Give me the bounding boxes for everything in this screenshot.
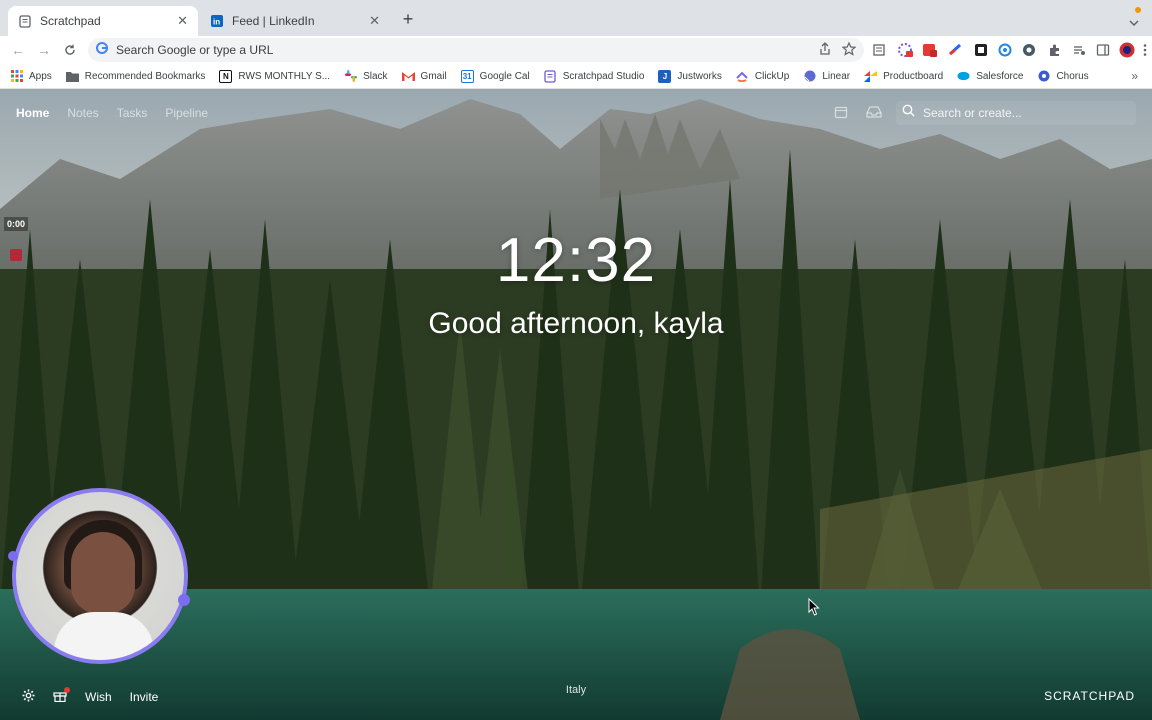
linear-icon <box>803 70 816 83</box>
webcam-resize-handle[interactable] <box>8 551 18 561</box>
menu-kebab-icon[interactable] <box>1136 41 1152 59</box>
search-or-create-input[interactable] <box>923 106 1123 120</box>
tab-search-button[interactable] <box>1126 4 1142 32</box>
bookmark-label: Slack <box>363 70 388 82</box>
extension-scratchpad-icon[interactable] <box>1020 41 1038 59</box>
clock: 12:32 <box>495 226 657 295</box>
more-bookmarks-chevron-icon[interactable]: » <box>1131 69 1138 83</box>
bookmark-label: Chorus <box>1056 70 1089 82</box>
productboard-icon <box>864 70 878 83</box>
nav-notes[interactable]: Notes <box>67 106 98 120</box>
bookmark-chorus[interactable]: Chorus <box>1037 70 1089 83</box>
address-input[interactable] <box>116 43 716 57</box>
webcam-person-shirt <box>54 612 154 660</box>
calendar-icon[interactable] <box>834 105 850 121</box>
webcam-bubble[interactable] <box>12 488 188 664</box>
nav-home[interactable]: Home <box>16 106 49 120</box>
search-or-create-bar[interactable] <box>896 101 1136 125</box>
greeting: Good afternoon, kayla <box>428 307 724 340</box>
extension-red-icon[interactable] <box>920 41 938 59</box>
media-queue-icon[interactable] <box>1070 41 1088 59</box>
svg-text:in: in <box>213 18 220 27</box>
photo-location: Italy <box>565 684 587 696</box>
bookmark-scratchpad-studio[interactable]: Scratchpad Studio <box>544 69 645 83</box>
bookmark-salesforce[interactable]: Salesforce <box>957 70 1023 83</box>
bookmark-label: Linear <box>822 70 851 82</box>
bookmark-google-cal[interactable]: 31 Google Cal <box>460 69 530 83</box>
page-toolbar-icons <box>834 105 882 121</box>
scratchpad-icon <box>544 69 557 83</box>
folder-icon <box>65 70 79 83</box>
bookmark-productboard[interactable]: Productboard <box>864 70 943 83</box>
bookmark-clickup[interactable]: ClickUp <box>736 70 789 83</box>
search-icon <box>902 104 915 122</box>
tab-linkedin[interactable]: in Feed | LinkedIn ✕ <box>200 6 390 36</box>
notion-icon: N <box>219 69 233 83</box>
bookmark-label: Apps <box>29 70 52 82</box>
reload-icon[interactable] <box>60 40 80 60</box>
bookmark-label: ClickUp <box>754 70 790 82</box>
tab-scratchpad[interactable]: Scratchpad ✕ <box>8 6 198 36</box>
linkedin-icon: in <box>210 14 224 28</box>
gmail-icon <box>401 70 415 83</box>
bookmark-gmail[interactable]: Gmail <box>401 70 447 83</box>
inbox-icon[interactable] <box>866 105 882 121</box>
justworks-icon: J <box>658 69 672 83</box>
bookmark-label: Salesforce <box>976 70 1024 82</box>
extension-circle-icon[interactable] <box>996 41 1014 59</box>
bookmark-label: Recommended Bookmarks <box>84 70 206 82</box>
nav-tasks[interactable]: Tasks <box>117 106 148 120</box>
reading-list-icon[interactable] <box>870 41 888 59</box>
salesforce-icon <box>957 70 970 83</box>
bookmark-justworks[interactable]: J Justworks <box>658 69 722 83</box>
webcam-person-face <box>71 532 135 614</box>
browser-toolbar: ← → <box>0 36 1152 64</box>
bookmark-label: Justworks <box>677 70 722 82</box>
bookmark-recommended[interactable]: Recommended Bookmarks <box>65 70 206 83</box>
tab-title: Scratchpad <box>40 14 101 28</box>
close-tab-icon[interactable]: ✕ <box>177 13 188 29</box>
extension-arrow-icon[interactable] <box>946 41 964 59</box>
new-tab-button[interactable]: + <box>398 9 418 29</box>
forward-arrow-icon[interactable]: → <box>34 40 54 60</box>
share-icon[interactable] <box>818 42 832 61</box>
extensions-puzzle-icon[interactable] <box>1046 41 1064 59</box>
bookmark-label: Gmail <box>420 70 447 82</box>
bookmark-apps[interactable]: Apps <box>10 70 52 83</box>
bookmark-slack[interactable]: Slack <box>344 70 388 83</box>
chorus-icon <box>1037 70 1050 83</box>
close-tab-icon[interactable]: ✕ <box>369 13 380 29</box>
bookmark-star-icon[interactable] <box>841 41 857 61</box>
google-g-icon <box>96 41 108 59</box>
address-bar[interactable] <box>88 38 864 62</box>
tab-strip: Scratchpad ✕ in Feed | LinkedIn ✕ + <box>0 0 1152 36</box>
mouse-cursor-icon <box>808 597 820 621</box>
extension-black-icon[interactable] <box>972 41 990 59</box>
bookmark-label: Scratchpad Studio <box>562 70 645 82</box>
side-panel-icon[interactable] <box>1094 41 1112 59</box>
app-nav: Home Notes Tasks Pipeline <box>16 106 208 120</box>
webcam-drag-handle[interactable] <box>178 594 190 606</box>
bookmark-label: RWS MONTHLY S... <box>238 70 331 82</box>
scratchpad-home-page: Home Notes Tasks Pipeline 0:00 12:32 Goo… <box>0 89 1152 720</box>
bookmark-label: Google Cal <box>479 70 530 82</box>
bookmark-linear[interactable]: Linear <box>803 70 850 83</box>
back-arrow-icon[interactable]: ← <box>8 40 28 60</box>
scratchpad-logo[interactable]: SCRATCHPAD <box>1044 689 1135 703</box>
scratchpad-doc-icon <box>18 14 32 28</box>
bookmark-label: Productboard <box>883 70 944 82</box>
extension-colorful-icon[interactable] <box>896 41 914 59</box>
bookmark-rws-monthly[interactable]: N RWS MONTHLY S... <box>219 69 331 83</box>
bookmarks-bar: Apps Recommended Bookmarks N RWS MONTHLY… <box>0 64 1152 89</box>
google-calendar-icon: 31 <box>460 69 474 83</box>
nav-pipeline[interactable]: Pipeline <box>165 106 208 120</box>
slack-icon <box>344 70 357 83</box>
tab-title: Feed | LinkedIn <box>232 14 315 28</box>
clickup-icon <box>736 70 749 83</box>
profile-avatar-icon[interactable] <box>1118 41 1136 59</box>
apps-grid-icon <box>10 70 23 83</box>
